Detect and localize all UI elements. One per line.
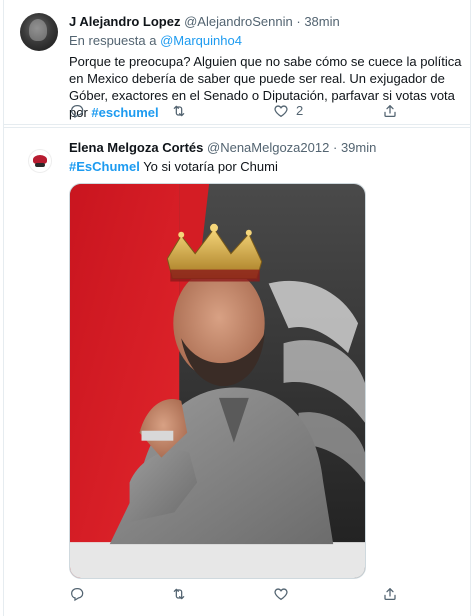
display-name[interactable]: J Alejandro Lopez [69,14,180,29]
user-handle[interactable]: @NenaMelgoza2012 [207,140,329,155]
user-handle[interactable]: @AlejandroSennin [184,14,293,29]
reply-icon[interactable] [68,585,86,603]
share-icon[interactable] [381,102,399,120]
avatar[interactable] [20,13,58,51]
reply-context: En respuesta a @Marquinho4 [69,33,242,49]
tweet-header: J Alejandro Lopez @AlejandroSennin · 38m… [69,14,340,30]
tweet[interactable]: J Alejandro Lopez @AlejandroSennin · 38m… [4,0,470,125]
hashtag-link[interactable]: #EsChumel [69,159,140,174]
timestamp[interactable]: 38min [304,14,339,29]
reply-to-link[interactable]: @Marquinho4 [160,33,242,48]
timeline: J Alejandro Lopez @AlejandroSennin · 38m… [3,0,471,616]
heart-icon[interactable] [272,102,290,120]
retweet-icon[interactable] [170,585,188,603]
reply-prefix: En respuesta a [69,33,157,48]
reply-icon[interactable] [68,102,86,120]
timestamp[interactable]: 39min [341,140,376,155]
share-icon[interactable] [381,585,399,603]
avatar[interactable] [28,149,52,173]
separator: · [332,140,338,155]
retweet-icon[interactable] [170,102,188,120]
tweet[interactable]: Elena Melgoza Cortés @NenaMelgoza2012 · … [4,127,470,616]
tweet-actions [4,585,470,605]
heart-icon[interactable] [272,585,290,603]
tweet-header: Elena Melgoza Cortés @NenaMelgoza2012 · … [69,140,376,156]
tweet-body: Yo si votaría por Chumi [139,159,278,174]
tweet-image[interactable] [69,183,366,579]
tweet-text: #EsChumel Yo si votaría por Chumi [69,158,465,175]
separator: · [296,14,301,29]
tweet-actions: 2 [4,102,470,122]
display-name[interactable]: Elena Melgoza Cortés [69,140,203,155]
like-count: 2 [296,103,304,118]
